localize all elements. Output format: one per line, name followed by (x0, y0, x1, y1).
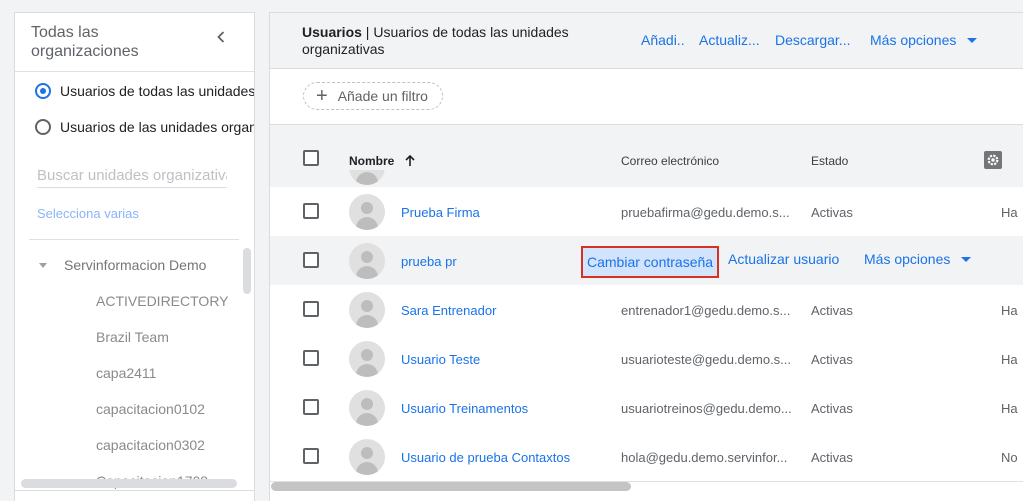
org-panel-title: Todas las organizaciones (31, 24, 139, 60)
user-name-link[interactable]: Usuario Teste (401, 352, 480, 367)
select-multiple-link[interactable]: Selecciona varias (37, 206, 139, 221)
user-email: entrenador1@gedu.demo.s... (621, 303, 791, 318)
user-status: Activas (811, 401, 853, 416)
chevron-left-icon[interactable] (213, 29, 229, 45)
tree-root-label: Servinformacion Demo (64, 257, 207, 273)
download-users-button[interactable]: Descargar... (775, 32, 850, 48)
radio-selected-units-label: Usuarios de las unidades organizativas (60, 119, 254, 135)
radio-all-units-label: Usuarios de todas las unidades (60, 83, 255, 99)
user-status: Activas (811, 303, 853, 318)
row-checkbox[interactable] (303, 252, 319, 268)
user-email: usuarioteste@gedu.demo.s... (621, 352, 792, 367)
column-name-label: Nombre (349, 154, 395, 168)
user-extra-cell: Ha (1001, 205, 1018, 220)
divider (29, 239, 239, 240)
more-options-label: Más opciones (870, 32, 957, 48)
tree-root-item[interactable]: Servinformacion Demo (39, 257, 206, 273)
user-extra-cell: Ha (1001, 401, 1018, 416)
tree-child-item[interactable]: capacitacion0102 (96, 401, 205, 417)
row-checkbox[interactable] (303, 399, 319, 415)
radio-selected-units[interactable]: Usuarios de las unidades organizativas (35, 117, 254, 137)
add-users-button[interactable]: Añadi.. (641, 32, 685, 48)
user-extra-cell: Ha (1001, 352, 1018, 367)
divider (15, 71, 254, 72)
radio-selected-icon[interactable] (35, 83, 51, 99)
change-password-button[interactable]: Cambiar contraseña (581, 246, 720, 278)
avatar (349, 194, 385, 230)
user-extra-cell: No (1001, 450, 1018, 465)
row-checkbox[interactable] (303, 448, 319, 464)
user-email: hola@gedu.demo.servinfor... (621, 450, 788, 465)
users-toolbar: Usuarios | Usuarios de todas las unidade… (270, 13, 1023, 69)
add-filter-label: Añade un filtro (337, 88, 428, 104)
table-row[interactable]: Usuario de prueba Contaxtos hola@gedu.de… (270, 432, 1023, 482)
vertical-scrollbar[interactable] (243, 248, 251, 294)
avatar (349, 341, 385, 377)
avatar (349, 292, 385, 328)
horizontal-scrollbar[interactable] (21, 479, 237, 488)
avatar (349, 170, 385, 185)
row-more-options-label: Más opciones (864, 251, 951, 267)
title-bold: Usuarios (302, 24, 362, 40)
page-title: Usuarios | Usuarios de todas las unidade… (302, 24, 607, 58)
row-more-options-button[interactable]: Más opciones (864, 251, 972, 267)
user-email: pruebafirma@gedu.demo.s... (621, 205, 790, 220)
radio-unselected-icon[interactable] (35, 119, 51, 135)
avatar (349, 243, 385, 279)
update-user-button[interactable]: Actualizar usuario (728, 251, 839, 267)
radio-all-units[interactable]: Usuarios de todas las unidades (35, 81, 255, 101)
user-name-link[interactable]: Sara Entrenador (401, 303, 496, 318)
column-name-header[interactable]: Nombre (349, 154, 417, 168)
dropdown-arrow-icon (961, 256, 972, 262)
column-status-header[interactable]: Estado (811, 154, 848, 168)
tree-child-item[interactable]: Brazil Team (96, 329, 169, 345)
table-row[interactable]: Usuario Treinamentos usuariotreinos@gedu… (270, 383, 1023, 433)
row-checkbox[interactable] (303, 301, 319, 317)
update-users-button[interactable]: Actualiz... (699, 32, 760, 48)
row-checkbox[interactable] (303, 350, 319, 366)
plus-icon: + (316, 85, 328, 107)
arrow-up-icon (405, 154, 415, 166)
org-unit-panel: Todas las organizaciones Usuarios de tod… (14, 12, 255, 501)
user-extra-cell: Ha (1001, 303, 1018, 318)
add-filter-button[interactable]: + Añade un filtro (303, 82, 443, 110)
table-row-hovered[interactable]: prueba pr Cambiar contraseña Actualizar … (270, 236, 1023, 286)
horizontal-scrollbar[interactable] (271, 482, 631, 491)
more-options-button[interactable]: Más opciones (870, 32, 978, 48)
user-name-link[interactable]: Usuario Treinamentos (401, 401, 528, 416)
tree-child-item[interactable]: capacitacion0302 (96, 437, 205, 453)
avatar (349, 390, 385, 426)
avatar (349, 439, 385, 475)
user-name-link[interactable]: prueba pr (401, 254, 457, 269)
row-checkbox[interactable] (303, 203, 319, 219)
user-status: Activas (811, 205, 853, 220)
dropdown-arrow-icon (967, 37, 978, 43)
user-name-link[interactable]: Usuario de prueba Contaxtos (401, 450, 570, 465)
tree-child-item[interactable]: ACTIVEDIRECTORY (96, 293, 229, 309)
divider (15, 490, 254, 491)
search-org-units-input[interactable] (37, 163, 227, 188)
table-row[interactable]: Usuario Teste usuarioteste@gedu.demo.s..… (270, 334, 1023, 384)
user-status: Activas (811, 450, 853, 465)
tree-child-item[interactable]: capa2411 (96, 365, 156, 381)
avatar-partial (349, 170, 385, 185)
caret-down-icon[interactable] (39, 262, 47, 268)
column-email-header[interactable]: Correo electrónico (621, 154, 719, 168)
select-all-checkbox[interactable] (303, 150, 319, 166)
users-panel: Usuarios | Usuarios de todas las unidade… (269, 12, 1023, 501)
user-email: usuariotreinos@gedu.demo... (621, 401, 792, 416)
table-row[interactable]: Sara Entrenador entrenador1@gedu.demo.s.… (270, 285, 1023, 335)
gear-icon[interactable] (984, 151, 1002, 169)
table-row[interactable]: Prueba Firma pruebafirma@gedu.demo.s... … (270, 187, 1023, 237)
user-status: Activas (811, 352, 853, 367)
user-name-link[interactable]: Prueba Firma (401, 205, 480, 220)
